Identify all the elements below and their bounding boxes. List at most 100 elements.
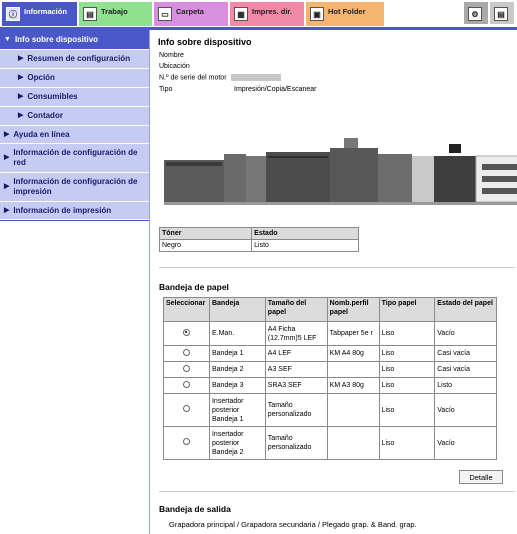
chevron-right-icon: ▶	[18, 112, 24, 119]
tab-impres-dir[interactable]: ▦ Impres. dir.	[230, 2, 304, 26]
field-nombre: Nombre	[159, 52, 184, 59]
printer-system-image	[164, 138, 517, 205]
output-tray-title: Bandeja de salida	[159, 504, 231, 514]
tab-label: Carpeta	[176, 7, 204, 16]
tray-radio[interactable]	[182, 328, 190, 336]
sidebar-item-label: Consumibles	[27, 92, 78, 101]
tray-profile: Tabpaper 5e r	[326, 321, 380, 346]
direct-print-icon: ▦	[234, 7, 248, 21]
tab-label: Hot Folder	[328, 7, 366, 16]
tray-type: Liso	[378, 321, 436, 346]
device-settings-tab[interactable]: ⚙	[464, 2, 488, 24]
table-row[interactable]: E.Man. A4 Ficha (12.7mm)5 LEF Tabpaper 5…	[163, 321, 497, 346]
tray-type: Liso	[378, 345, 436, 362]
tray-type: Liso	[378, 361, 436, 378]
tray-profile: KM A3 80g	[326, 377, 380, 394]
field-value: Impresión/Copia/Escanear	[234, 86, 317, 93]
tab-label: Trabajo	[101, 7, 128, 16]
tray-profile	[326, 393, 380, 427]
tray-radio[interactable]	[182, 348, 190, 356]
table-row[interactable]: Bandeja 2 A3 SEF Liso Casi vacía	[163, 361, 497, 378]
tab-informacion[interactable]: ⓘ Información	[2, 2, 77, 26]
toner-color: Negro	[158, 239, 253, 252]
tray-radio[interactable]	[182, 405, 190, 412]
sidebar-item-contador[interactable]: ▶ Contador	[0, 107, 149, 126]
column-header: Estado del papel	[434, 297, 497, 322]
tray-status: Casi vacía	[434, 361, 497, 378]
sidebar-item-consumibles[interactable]: ▶ Consumibles	[0, 88, 149, 107]
sidebar-item-label: Resumen de configuración	[27, 54, 131, 63]
field-ubicacion: Ubicación	[159, 63, 190, 70]
job-icon: ▤	[83, 7, 97, 21]
tray-type: Liso	[378, 377, 436, 394]
tray-profile	[326, 426, 380, 460]
divider	[159, 267, 515, 268]
sidebar-item-info-impresion[interactable]: ▶ Información de impresión	[0, 202, 149, 220]
chevron-right-icon: ▶	[18, 74, 24, 81]
sidebar-item-opcion[interactable]: ▶ Opción	[0, 69, 149, 88]
column-header: Nomb.perfil papel	[326, 297, 380, 322]
table-row[interactable]: Bandeja 1 A4 LEF KM A4 80g Liso Casi vac…	[163, 345, 497, 362]
address-book-tab[interactable]: ▤	[490, 2, 514, 24]
sidebar-item-label: Opción	[27, 73, 55, 82]
table-row[interactable]: Bandeja 3 SRA3 SEF KM A3 80g Liso Listo	[163, 377, 497, 394]
column-header: Bandeja	[208, 297, 266, 322]
page-title: Info sobre dispositivo	[158, 37, 252, 47]
gear-icon: ⚙	[468, 7, 482, 21]
field-label: Ubicación	[159, 63, 190, 70]
output-tray-value: Grapadora principal / Grapadora secundar…	[169, 520, 417, 529]
sidebar-divider	[0, 220, 149, 221]
toner-header: Estado	[251, 227, 359, 240]
paper-tray-table: Seleccionar Bandeja Tamaño del papel Nom…	[163, 297, 497, 460]
tray-status: Casi vacía	[434, 345, 497, 362]
sidebar: ▼ Info sobre dispositivo ▶ Resumen de co…	[0, 30, 150, 534]
tab-trabajo[interactable]: ▤ Trabajo	[79, 2, 152, 26]
tray-radio[interactable]	[182, 380, 190, 388]
tray-profile: KM A4 80g	[326, 345, 380, 362]
chevron-right-icon: ▶	[4, 154, 10, 161]
field-tipo: Tipo Impresión/Copia/Escanear	[159, 86, 317, 93]
field-label: Tipo	[159, 86, 173, 93]
sidebar-item-label: Contador	[27, 111, 63, 120]
table-row[interactable]: Insertador posterior Bandeja 1 Tamaño pe…	[163, 393, 497, 427]
tray-size: Tamaño personalizado	[264, 393, 328, 427]
tray-status: Listo	[434, 377, 497, 394]
top-tab-bar: ⓘ Información ▤ Trabajo ▭ Carpeta ▦ Impr…	[0, 0, 517, 30]
chevron-right-icon: ▶	[18, 55, 24, 62]
tray-profile	[326, 361, 380, 378]
tray-name: Insertador posterior Bandeja 2	[208, 426, 266, 460]
field-serie: N.º de serie del motor	[159, 74, 282, 82]
main-content: Info sobre dispositivo Nombre Ubicación …	[150, 30, 517, 534]
sidebar-item-label: Info sobre dispositivo	[14, 34, 99, 44]
tray-status: Vacío	[434, 393, 497, 427]
tab-hot-folder[interactable]: ▣ Hot Folder	[306, 2, 384, 26]
tray-type: Liso	[378, 426, 436, 460]
tray-name: Bandeja 2	[208, 361, 266, 378]
chevron-right-icon: ▶	[4, 206, 10, 214]
tray-size: SRA3 SEF	[264, 377, 328, 394]
tray-radio[interactable]	[182, 364, 190, 372]
table-row: Negro Listo	[158, 239, 359, 252]
toner-status: Listo	[251, 239, 359, 252]
sidebar-item-config-impresion[interactable]: ▶ Información de configuración de impres…	[0, 173, 149, 202]
sidebar-item-label: Información de configuración de red	[13, 148, 138, 167]
sidebar-item-label: Información de configuración de impresió…	[13, 177, 138, 196]
sidebar-item-ayuda-en-linea[interactable]: ▶ Ayuda en línea	[0, 126, 149, 144]
table-row[interactable]: Insertador posterior Bandeja 2 Tamaño pe…	[163, 426, 497, 460]
tray-name: E.Man.	[208, 321, 266, 346]
field-label: N.º de serie del motor	[159, 74, 227, 82]
sidebar-item-info-dispositivo[interactable]: ▼ Info sobre dispositivo	[0, 30, 149, 50]
sidebar-item-config-red[interactable]: ▶ Información de configuración de red	[0, 144, 149, 173]
tray-name: Bandeja 1	[208, 345, 266, 362]
tray-radio[interactable]	[182, 438, 190, 445]
column-header: Tipo papel	[378, 297, 436, 322]
hot-folder-icon: ▣	[310, 7, 324, 21]
tab-label: Impres. dir.	[252, 7, 293, 16]
tray-status: Vacío	[434, 321, 497, 346]
tab-carpeta[interactable]: ▭ Carpeta	[154, 2, 228, 26]
sidebar-item-resumen-configuracion[interactable]: ▶ Resumen de configuración	[0, 50, 149, 69]
redacted-value	[231, 74, 282, 81]
tray-size: A4 LEF	[264, 345, 328, 362]
detail-button[interactable]: Detalle	[459, 470, 503, 484]
tray-name: Bandeja 3	[208, 377, 266, 394]
